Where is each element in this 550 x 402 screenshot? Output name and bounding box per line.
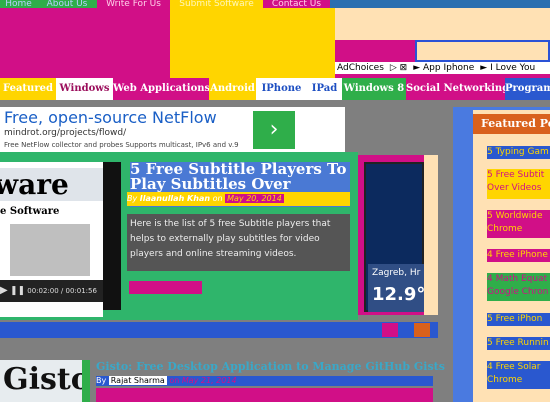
header-strip [335, 40, 415, 62]
weather-widget: Zagreb, Hr 12.9° [368, 264, 426, 312]
slider-dot-2[interactable] [414, 323, 430, 337]
ad-link-2[interactable]: ► I Love You [480, 62, 535, 74]
cat-ipad[interactable]: IPad [307, 78, 342, 100]
cat-web-applications[interactable]: Web Applications [113, 78, 209, 100]
sidebar-item-4[interactable]: 4 Free iPhone [487, 249, 550, 262]
thumb-image [10, 224, 90, 276]
ad-choices-bar: AdChoices ▷ ⊠ ► App Iphone ► I Love You [335, 62, 550, 74]
sidebar-item-8[interactable]: 4 Free Solar Chrome [487, 361, 550, 389]
sidebar-item-2[interactable]: 5 Free Subtit Over Videos [487, 169, 550, 199]
gisto-post-title[interactable]: Gisto: Free Desktop Application to Manag… [96, 360, 445, 373]
featured-bottom-bar [0, 322, 438, 338]
sidebar-heading: Featured Po [473, 114, 550, 134]
gisto-thumbnail[interactable]: Gisto [0, 360, 82, 402]
gisto-date: May 21, 2014 [181, 376, 237, 385]
gisto-excerpt-bar [96, 388, 433, 402]
cat-program[interactable]: Program [505, 78, 550, 100]
post-excerpt: Here is the list of 5 free Subtitle play… [127, 214, 350, 271]
gisto-edge [82, 360, 90, 402]
ad-choices-label[interactable]: AdChoices [337, 62, 384, 74]
ad-link-1[interactable]: ► App Iphone [413, 62, 474, 74]
category-nav: Featured Windows Web Applications Androi… [0, 78, 550, 100]
top-nav-contact[interactable]: Contact Us [263, 0, 330, 8]
meta-by: By [127, 194, 138, 203]
sidebar-item-7[interactable]: 5 Free Runnin [487, 337, 550, 350]
logo-block[interactable] [170, 8, 335, 78]
cat-windows[interactable]: Windows [56, 78, 113, 100]
top-nav-submit[interactable]: Submit Software [170, 0, 263, 8]
chevron-right-icon[interactable]: › [253, 111, 295, 149]
search-input[interactable] [415, 40, 550, 62]
gisto-meta-by: By [96, 376, 107, 385]
cat-featured[interactable]: Featured [0, 78, 56, 100]
cat-windows8[interactable]: Windows 8 [342, 78, 406, 100]
play-icon[interactable]: ▶ [0, 285, 8, 296]
sidebar-item-5[interactable]: 4 Math Equat Google Chron [487, 273, 550, 301]
cat-iphone[interactable]: IPhone [256, 78, 307, 100]
sidebar-item-2-line1: 5 Free Subtit [487, 170, 545, 180]
top-nav: Home About Us Write For Us Submit Softwa… [0, 0, 550, 8]
gisto-meta-on: on [169, 376, 180, 385]
video-time: 00:02:00 / 00:01:56 [27, 287, 97, 295]
panel-edge [424, 155, 438, 315]
meta-on: on [212, 194, 223, 203]
top-nav-write[interactable]: Write For Us [97, 0, 170, 8]
weather-temp: 12.9° [372, 284, 426, 305]
weather-city: Zagreb, Hr [372, 268, 421, 278]
ad-url[interactable]: mindrot.org/projects/flowd/ [4, 128, 126, 138]
post-author[interactable]: Ilaanullah Khan [140, 194, 210, 203]
thumb-text-1: ware [0, 168, 103, 201]
header-banner-right [335, 8, 550, 40]
post-date: May 20, 2014 [225, 194, 284, 203]
top-nav-about[interactable]: About Us [37, 0, 97, 8]
sidebar-item-2-line2: Over Videos [487, 183, 542, 193]
sidebar-item-6[interactable]: 5 Free iPhon [487, 313, 550, 326]
read-more-button[interactable] [129, 281, 202, 294]
ad-choices-icon[interactable]: ▷ ⊠ [390, 62, 407, 74]
gisto-post-meta: By Rajat Sharma on May 21, 2014 [96, 376, 433, 386]
video-controls[interactable]: ▶ ❚❚ 00:02:00 / 00:01:56 [0, 280, 103, 302]
sidebar-item-1[interactable]: 5 Typing Gam [487, 146, 550, 159]
ad-description: Free NetFlow collector and probes Suppor… [4, 141, 239, 149]
top-nav-home[interactable]: Home [0, 0, 37, 8]
gisto-thumb-text: Gisto [3, 362, 82, 397]
gisto-author[interactable]: Rajat Sharma [108, 376, 167, 385]
ad-title[interactable]: Free, open-source NetFlow [4, 108, 217, 127]
cat-social-networking[interactable]: Social Networking [406, 78, 505, 100]
cat-android[interactable]: Android [209, 78, 256, 100]
thumb-text-2: e Software [0, 206, 60, 217]
sidebar-item-3[interactable]: 5 Worldwide Chrome [487, 210, 550, 238]
pause-icon[interactable]: ❚❚ [10, 286, 25, 296]
slider-dot-1[interactable] [382, 323, 398, 337]
thumbnail-border [103, 162, 121, 310]
featured-post-meta: By Ilaanullah Khan on May 20, 2014 [127, 192, 350, 206]
